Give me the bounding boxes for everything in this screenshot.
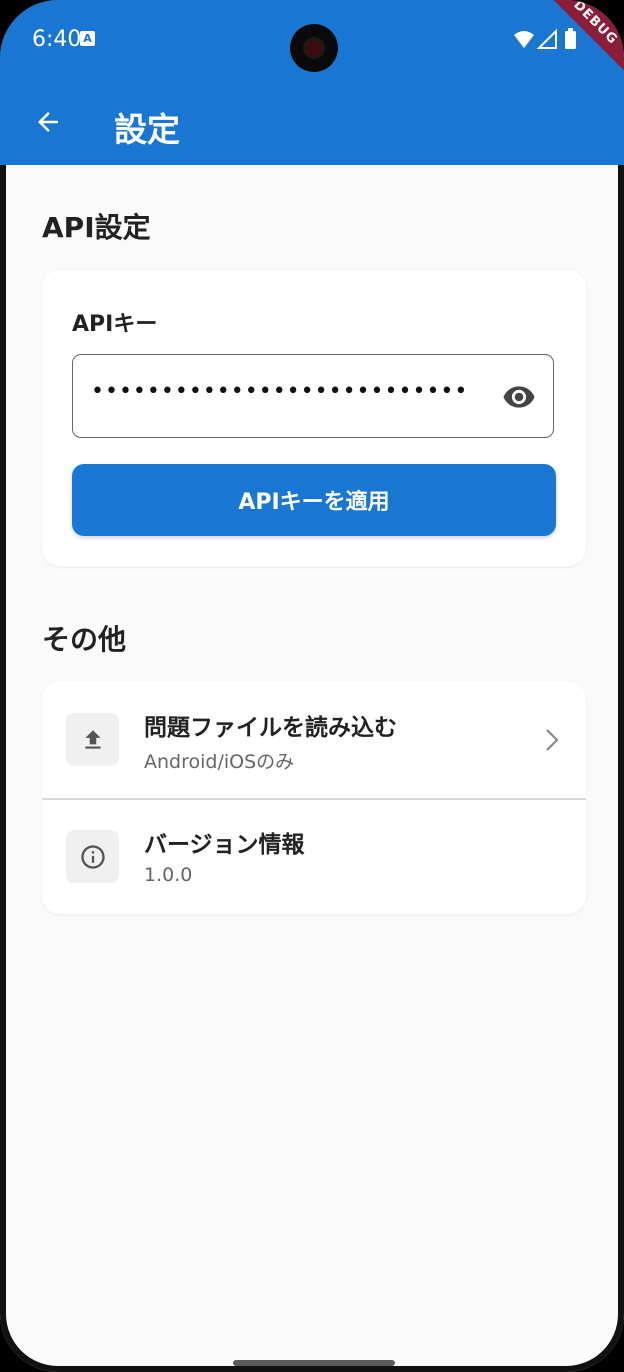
status-icons [512, 28, 582, 52]
camera-cutout [290, 24, 338, 72]
back-button[interactable] [26, 100, 70, 144]
api-key-label: APIキー [72, 312, 158, 337]
status-time: 6:40 [32, 27, 82, 52]
other-section-heading: その他 [42, 623, 127, 656]
list-item-title: バージョン情報 [144, 832, 305, 858]
api-key-input[interactable]: ••••••••••••••••••••••••••• [72, 354, 554, 438]
visibility-toggle-button[interactable] [499, 377, 539, 417]
chevron-right-icon [544, 727, 560, 757]
notification-icon: A [80, 31, 95, 46]
other-settings-card: 問題ファイルを読み込む Android/iOSのみ バージョン情報 1.0.0 [42, 682, 586, 914]
app-bar: 6:40 A DEBUG 設定 [0, 0, 624, 165]
info-icon-box [66, 830, 119, 883]
list-item-subtitle: 1.0.0 [144, 864, 193, 886]
status-bar: 6:40 A DEBUG [0, 0, 624, 86]
list-item-subtitle: Android/iOSのみ [144, 751, 295, 773]
phone-screen: 6:40 A DEBUG 設定 API設定 APIキー ••••••••••••… [0, 0, 624, 1372]
arrow-back-icon [38, 112, 58, 132]
list-item-version-info[interactable]: バージョン情報 1.0.0 [42, 799, 586, 915]
api-section-heading: API設定 [42, 211, 151, 244]
signal-battery-icon [514, 28, 576, 49]
upload-icon [84, 729, 101, 749]
apply-api-key-button[interactable]: APIキーを適用 [72, 464, 556, 536]
list-item-load-problem-file[interactable]: 問題ファイルを読み込む Android/iOSのみ [42, 682, 586, 798]
home-indicator[interactable] [233, 1360, 395, 1366]
api-settings-card: APIキー ••••••••••••••••••••••••••• APIキーを… [42, 270, 586, 566]
page-title: 設定 [114, 110, 180, 149]
info-icon [80, 844, 105, 869]
eye-icon [503, 386, 535, 408]
upload-icon-box [66, 713, 119, 766]
list-item-title: 問題ファイルを読み込む [144, 715, 397, 741]
api-key-value: ••••••••••••••••••••••••••• [91, 379, 469, 404]
